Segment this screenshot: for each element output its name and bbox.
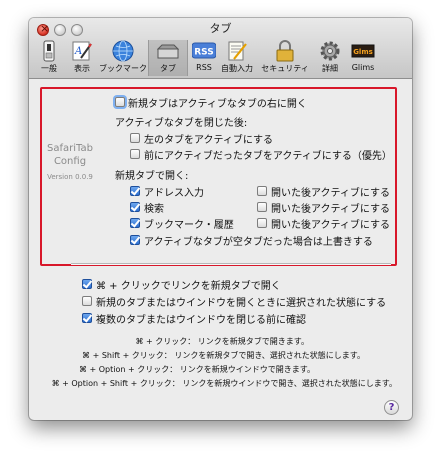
preferences-window: タブ 一般 A 表示 [29, 18, 412, 420]
shortcut-list: ⌘ + クリック： リンクを新規タブで開きます。 ⌘ + Shift + クリッ… [29, 18, 399, 420]
shortcut-line: ⌘ + Option + クリック： リンクを新規ウインドウで開きます。 [78, 365, 315, 374]
shortcut-line: ⌘ + Shift + クリック： リンクを新規タブで開き、選択された状態にしま… [82, 351, 365, 360]
shortcut-line: ⌘ + クリック： リンクを新規タブで開きます。 [135, 337, 309, 346]
shortcut-line: ⌘ + Option + Shift + クリック： リンクを新規ウインドウで開… [51, 379, 397, 388]
help-button[interactable]: ? [384, 400, 399, 415]
